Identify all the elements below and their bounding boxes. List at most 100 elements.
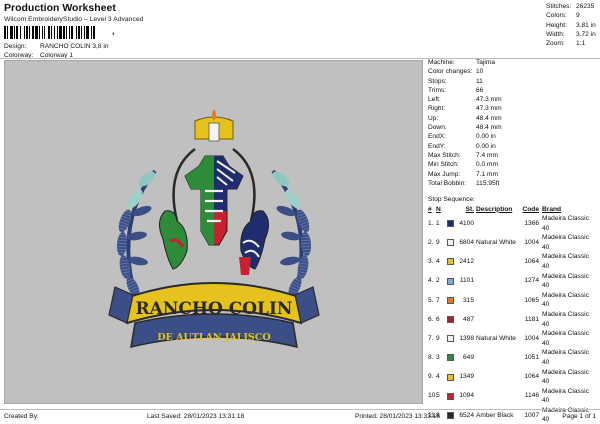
color-swatch xyxy=(447,277,456,285)
row-code: 1366 xyxy=(524,219,539,227)
row-index: 1. xyxy=(428,219,434,227)
stop-sequence-row: 7. 9 1398 Natural White 1004 Madeira Classic … xyxy=(428,329,598,348)
row-stitches: 1349 xyxy=(459,373,474,381)
stops-value: 11 xyxy=(476,77,483,85)
header-description: Description xyxy=(476,205,513,213)
row-brand: Madeira Classic 40 xyxy=(542,349,589,366)
embroidery-design-image: RANCHO COLIN DE AUTLAN JALISCO xyxy=(108,109,320,348)
row-needle: 2 xyxy=(436,277,440,285)
color-changes-label: Color changes: xyxy=(428,68,473,76)
stops-label: Stops: xyxy=(428,77,447,85)
machine-info: Machine: Tajima Color changes: 10 Stops: 11… xyxy=(428,58,598,188)
barcode-suffix: , xyxy=(112,26,115,36)
color-swatch xyxy=(447,392,456,400)
banner: RANCHO COLIN DE AUTLAN JALISCO xyxy=(108,282,320,348)
page-title: Production Worksheet xyxy=(4,2,116,14)
header-swatch xyxy=(447,205,456,215)
page-number: Page 1 of 1 xyxy=(562,413,596,420)
row-index: 10. xyxy=(428,392,438,400)
row-index: 2. xyxy=(428,238,434,246)
created-by: Created By: xyxy=(4,413,39,420)
row-stitches: 6804 xyxy=(459,238,474,246)
stitches-value: 26235 xyxy=(576,3,595,10)
down-value: 48.4 mm xyxy=(476,124,502,132)
max-stitch-value: 7.4 mm xyxy=(476,151,498,159)
stop-sequence-row: 9. 4 1349 1064 Madeira Classic 40 xyxy=(428,368,598,387)
endx-label: EndX: xyxy=(428,133,446,141)
stop-sequence: Stop Sequence: # N St. Description Code … xyxy=(428,195,598,424)
row-brand: Madeira Classic 40 xyxy=(542,253,589,270)
total-bobbin-label: Total Bobbin: xyxy=(428,179,467,187)
header-stitches: St. xyxy=(465,205,474,213)
right-label: Right: xyxy=(428,105,446,113)
width-value: 3.72 in xyxy=(576,30,596,38)
colors-value: 9 xyxy=(576,12,580,20)
thread-color-swatch xyxy=(447,277,454,285)
row-needle: 3 xyxy=(436,354,440,362)
max-jump-label: Max Jump: xyxy=(428,170,461,178)
stop-sequence-row: 10. 5 1094 1146 Madeira Classic 40 xyxy=(428,387,598,406)
thread-color-swatch xyxy=(447,296,454,304)
row-code: 1064 xyxy=(524,258,539,266)
color-changes-value: 10 xyxy=(476,68,484,76)
row-code: 1064 xyxy=(524,373,539,381)
row-index: 5. xyxy=(428,296,434,304)
row-stitches: 4100 xyxy=(459,219,474,227)
machine-value: Tajima xyxy=(476,59,496,66)
stop-sequence-row: 5. 7 315 1065 Madeira Classic 40 xyxy=(428,291,598,310)
design-label: Design: xyxy=(4,43,27,50)
row-stitches: 487 xyxy=(462,315,474,323)
row-stitches: 315 xyxy=(462,296,474,304)
row-index: 8. xyxy=(428,354,434,362)
thread-color-swatch xyxy=(447,220,454,228)
row-code: 1274 xyxy=(524,277,539,285)
row-brand: Madeira Classic 40 xyxy=(542,368,589,386)
height-label: Height: xyxy=(546,21,567,29)
row-code: 1004 xyxy=(524,334,539,342)
color-swatch xyxy=(447,335,456,343)
color-swatch xyxy=(447,296,456,304)
thread-color-swatch xyxy=(447,258,454,266)
stop-sequence-row: 1. 1 4100 1366 Madeira Classic 40 xyxy=(428,214,598,233)
row-code: 1181 xyxy=(524,315,539,323)
thread-color-swatch xyxy=(447,335,454,343)
row-needle: 1 xyxy=(436,219,440,227)
up-value: 48.4 mm xyxy=(476,114,502,122)
stop-sequence-row: 8. 3 649 1051 Madeira Classic 40 xyxy=(428,348,598,367)
thread-color-swatch xyxy=(447,239,454,247)
row-index: 9. xyxy=(428,373,434,381)
stop-sequence-row: 3. 4 2412 1064 Madeira Classic 40 xyxy=(428,252,598,271)
row-index: 4. xyxy=(428,277,434,285)
header-num: # xyxy=(428,205,432,213)
trims-label: Trims: xyxy=(428,86,447,94)
stop-sequence-row: 4. 2 1101 1274 Madeira Classic 40 xyxy=(428,272,598,291)
down-label: Down: xyxy=(428,124,447,132)
total-bobbin-value: 115.95ft xyxy=(476,179,500,187)
footer: Created By: Last Saved: 28/01/2023 13:31… xyxy=(0,410,600,424)
row-needle: 7 xyxy=(436,296,440,304)
row-code: 1065 xyxy=(524,296,539,304)
row-brand: Madeira Classic 40 xyxy=(542,310,589,328)
row-code: 1146 xyxy=(524,392,539,400)
row-brand: Madeira Classic 40 xyxy=(542,291,589,309)
color-swatch xyxy=(447,373,456,381)
row-brand: Madeira Classic 40 xyxy=(542,272,589,290)
row-index: 3. xyxy=(428,258,434,266)
row-stitches: 1101 xyxy=(459,277,474,285)
stop-sequence-row: 2. 9 6804 Natural White 1004 Madeira Classic … xyxy=(428,233,598,252)
left-value: 47.3 mm xyxy=(476,96,502,104)
row-brand: Madeira Classic 40 xyxy=(542,234,589,251)
thread-color-swatch xyxy=(447,373,454,381)
stitches-label: Stitches: xyxy=(546,3,572,10)
endx-value: 0.00 in xyxy=(476,133,496,141)
design-value: RANCHO COLIN 3,8 in xyxy=(40,43,109,50)
design-stats: Stitches: 26235 Colors: 9 Height: 3.81 in W… xyxy=(546,2,596,48)
max-jump-value: 7.1 mm xyxy=(476,170,498,178)
row-needle: 5 xyxy=(436,392,440,400)
trims-value: 66 xyxy=(476,86,484,94)
thread-color-swatch xyxy=(447,354,454,362)
row-needle: 9 xyxy=(436,238,440,246)
row-code: 1004 xyxy=(524,238,539,246)
last-saved: Last Saved: 28/01/2023 13:31:18 xyxy=(147,413,245,420)
left-label: Left: xyxy=(428,96,441,104)
